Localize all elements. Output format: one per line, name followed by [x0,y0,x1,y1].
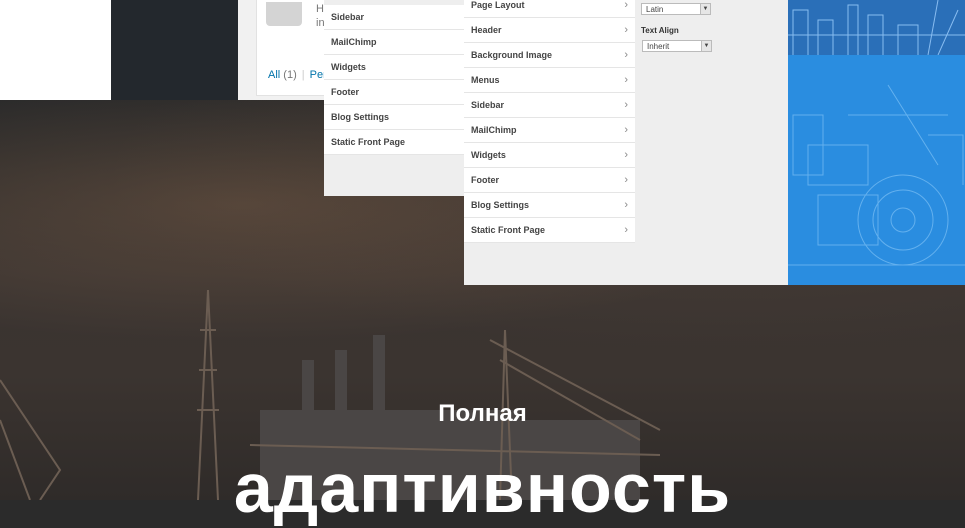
customizer-menu-item[interactable]: Blog Settings › [464,193,635,218]
blueprint-drawing [788,55,965,285]
menu-item-label: Static Front Page [471,225,546,235]
chevron-right-icon: › [624,149,628,161]
customizer-menu-item[interactable]: Blog Settings [324,105,464,130]
menu-item-label: Footer [471,175,499,185]
customizer-menu-item[interactable]: Static Front Page › [464,218,635,243]
chevron-right-icon: › [624,99,628,111]
customizer-menu-item[interactable]: Menus › [464,68,635,93]
hero-subtitle: Полная [438,400,527,427]
comments-widget: H in All (1) | Per [238,0,338,100]
customizer-menu-item[interactable]: Footer [324,80,464,105]
customizer-menu: Sidebar MailChimp Widgets Footer Blog Se… [324,5,464,155]
text-align-select[interactable]: Inherit ▼ [642,40,712,52]
customizer-menu-item[interactable]: Widgets › [464,143,635,168]
all-comments-link[interactable]: All (1) [268,69,297,81]
chevron-right-icon: › [624,174,628,186]
menu-item-label: Sidebar [471,100,505,110]
customizer-menu-item[interactable]: Page Layout › [464,0,635,18]
menu-item-label: Footer [331,87,359,97]
text-align-label: Text Align [641,26,679,35]
comment-filter-links: All (1) | Per [268,69,327,81]
menu-item-label: Header [471,25,502,35]
customizer-menu-item[interactable]: Sidebar [324,5,464,30]
menu-item-label: MailChimp [471,125,517,135]
white-screen-fragment [0,0,111,100]
customizer-menu-item[interactable]: Static Front Page [324,130,464,155]
chevron-right-icon: › [624,224,628,236]
customizer-menu-item[interactable]: MailChimp › [464,118,635,143]
menu-item-label: Blog Settings [471,200,529,210]
customizer-menu-item[interactable]: Background Image › [464,43,635,68]
admin-sidebar-fragment [111,0,241,100]
menu-item-label: Widgets [331,62,366,72]
chevron-right-icon: › [624,199,628,211]
customizer-menu-item[interactable]: Header › [464,18,635,43]
menu-item-label: Background Image [471,50,553,60]
menu-item-label: Widgets [471,150,506,160]
customizer-menu-item[interactable]: Sidebar › [464,93,635,118]
hero-title: адаптивность [233,449,732,527]
chevron-right-icon: › [624,124,628,136]
link-separator: | [301,69,305,81]
charset-select[interactable]: Latin ▼ [641,3,711,15]
charset-select-value: Latin [646,5,664,14]
all-comments-label: All [268,69,281,81]
menu-item-label: Menus [471,75,500,85]
customizer-panel-back: Sidebar MailChimp Widgets Footer Blog Se… [324,0,464,196]
chevron-right-icon: › [624,0,628,11]
customizer-menu-item[interactable]: MailChimp [324,30,464,55]
chevron-right-icon: › [624,74,628,86]
menu-item-label: Static Front Page [331,137,406,147]
menu-item-label: Page Layout [471,0,525,10]
menu-item-label: MailChimp [331,37,377,47]
menu-item-label: Sidebar [331,12,365,22]
customizer-menu-item[interactable]: Widgets [324,55,464,80]
chevron-right-icon: › [624,24,628,36]
customizer-menu-item[interactable]: Footer › [464,168,635,193]
all-comments-count: (1) [283,69,297,81]
blueprint-photo-fragment [788,0,965,55]
menu-item-label: Blog Settings [331,112,389,122]
caret-down-icon: ▼ [700,4,710,14]
text-align-select-value: Inherit [647,42,670,51]
avatar [266,2,302,26]
customizer-menu: Page Layout › Header › Background Image › M… [464,0,635,243]
customizer-panel-front: Page Layout › Header › Background Image › M… [464,0,788,285]
chevron-right-icon: › [624,49,628,61]
caret-down-icon: ▼ [701,41,711,51]
